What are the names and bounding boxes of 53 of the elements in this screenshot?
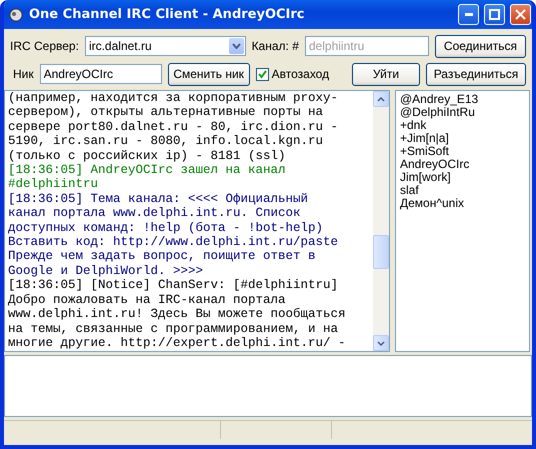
scrollbar[interactable] <box>373 91 389 351</box>
chat-line: Прежде чем задать вопрос, поищите ответ в <box>8 249 317 264</box>
leave-button[interactable]: Уйти <box>352 62 420 86</box>
chat-line: (только с российских ip) - 8181 (ssl) <box>8 148 287 164</box>
maximize-icon <box>489 9 500 20</box>
chat-line: (например, находится за корпоративным proxy- <box>8 91 340 106</box>
app-icon <box>8 6 24 22</box>
user-item[interactable]: AndreyOCIrc <box>400 158 525 171</box>
autojoin-label: Автозаход <box>272 67 330 81</box>
chat-line: Google и DelphiWorld. >>>> <box>8 264 204 278</box>
chat-line: Добро пожаловать на IRC-канал портала <box>8 292 287 308</box>
connect-button[interactable]: Соединиться <box>434 34 526 58</box>
scroll-up-icon[interactable] <box>373 91 389 107</box>
scroll-thumb[interactable] <box>373 235 389 269</box>
user-item[interactable]: @Andrey_E13 <box>400 93 525 106</box>
chat-line: #delphiintru <box>8 177 100 192</box>
window-title: One Channel IRC Client - AndreyOCIrc <box>29 7 306 22</box>
server-label: IRC Сервер: <box>10 39 79 53</box>
channel-label: Канал: # <box>252 39 299 53</box>
user-item[interactable]: +SmiSoft <box>400 145 525 158</box>
message-input[interactable] <box>4 355 532 417</box>
chat-line: сервере port80.dalnet.ru - 80, irc.dion.ru - <box>8 120 340 134</box>
chat-line: сервером), открыты альтернативные порты на <box>8 105 324 120</box>
autojoin-checkbox[interactable] <box>256 68 269 80</box>
chat-line: [18:36:05] AndreyOCIrc зашел на канал <box>8 163 287 178</box>
chat-line: 5190, irc.san.ru - 8080, info.local.kgn.ru <box>8 134 324 149</box>
chat-line: Вставить код: http://www.delphi.int.ru/paste <box>8 235 340 250</box>
scroll-down-icon[interactable] <box>373 335 389 351</box>
change-nick-button[interactable]: Сменить ник <box>168 62 250 86</box>
user-item[interactable]: Jim[work] <box>400 171 525 184</box>
user-item[interactable]: Демон^unix <box>400 197 525 210</box>
chat-line: доступных команд: !help (бота - !bot-help) <box>8 220 324 236</box>
disconnect-button[interactable]: Разъединиться <box>426 62 526 86</box>
server-dropdown[interactable]: irc.dalnet.ru <box>84 36 246 56</box>
chat-line: канал портала www.delphi.int.ru. Список <box>8 206 302 221</box>
chat-line: на темы, связанные с программированием, и на <box>8 322 340 336</box>
minimize-button[interactable] <box>458 4 479 25</box>
user-item[interactable]: +Jim[n|a] <box>400 132 525 145</box>
nick-field[interactable]: AndreyOCIrc <box>40 64 162 84</box>
nick-label: Ник <box>12 67 34 81</box>
server-input[interactable]: irc.dalnet.ru <box>88 39 230 53</box>
user-item[interactable]: slaf <box>400 184 525 197</box>
channel-field[interactable]: delphiintru <box>304 36 429 56</box>
minimize-icon <box>464 13 472 16</box>
close-icon <box>515 9 526 20</box>
chat-line: www.delphi.int.ru! Здесь Вы можете пообщаться <box>8 307 347 322</box>
chat-line: [18:36:05] [Notice] ChanServ: [#delphiintru] <box>8 278 340 293</box>
chat-line: [18:36:05] Тема канала: <<<< Официальный <box>8 192 310 206</box>
user-item[interactable]: @DelphiIntRu <box>400 106 525 119</box>
user-item[interactable]: +dnk <box>400 119 525 132</box>
close-button[interactable] <box>510 4 531 25</box>
maximize-button[interactable] <box>484 4 505 25</box>
chat-line: многие другие. http://expert.delphi.int.ru/ - <box>8 336 347 350</box>
